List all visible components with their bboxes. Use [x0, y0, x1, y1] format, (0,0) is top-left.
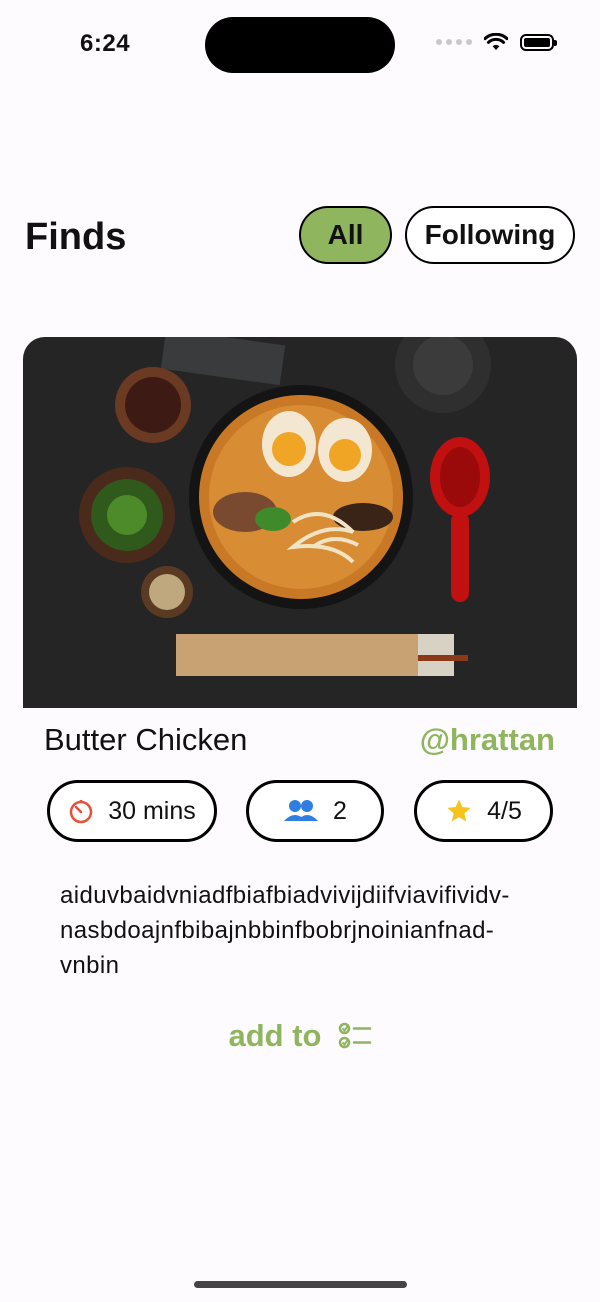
filter-following-button[interactable]: Following — [405, 206, 575, 264]
status-bar: 6:24 — [0, 0, 600, 90]
header: Finds All Following — [0, 200, 600, 280]
author-handle[interactable]: @hrattan — [420, 722, 555, 758]
recipe-title: Butter Chicken — [44, 722, 248, 757]
cook-time-value: 30 mins — [108, 796, 196, 825]
servings-chip: 2 — [246, 780, 384, 842]
add-to-label: add to — [228, 1018, 322, 1053]
cook-time-chip: 30 mins — [47, 780, 217, 842]
filter-all-button[interactable]: All — [299, 206, 392, 264]
wifi-icon — [484, 33, 508, 50]
recipe-photo[interactable] — [23, 337, 577, 708]
home-indicator[interactable] — [194, 1281, 407, 1288]
ramen-bowl-photo — [23, 337, 577, 708]
checklist-icon — [338, 1022, 371, 1049]
add-to-list-button[interactable]: add to — [0, 1018, 600, 1054]
rating-value: 4/5 — [487, 796, 522, 825]
dynamic-island — [205, 17, 395, 73]
recipe-description: aiduvbaidvniadfbiafbiadvivijdiifviavifiv… — [60, 882, 510, 979]
star-icon — [447, 799, 471, 822]
cellular-signal-icon — [436, 39, 472, 45]
timer-icon — [69, 800, 93, 824]
page-title: Finds — [25, 216, 127, 258]
people-icon — [284, 800, 319, 821]
status-time: 6:24 — [80, 30, 131, 57]
rating-chip: 4/5 — [414, 780, 553, 842]
servings-value: 2 — [333, 796, 347, 825]
battery-icon — [520, 33, 557, 51]
status-icons — [436, 33, 557, 51]
